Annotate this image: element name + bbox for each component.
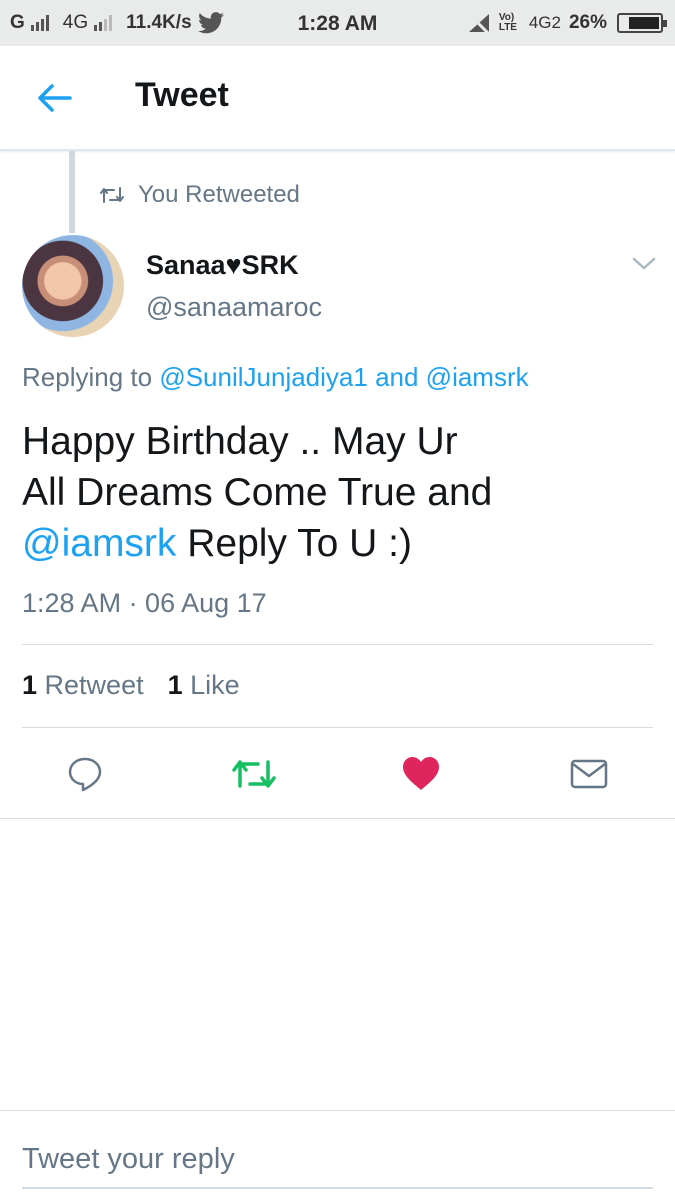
divider [0, 818, 675, 819]
retweet-count: 1 [22, 670, 38, 700]
retweet-icon [232, 760, 276, 788]
battery-icon [617, 13, 667, 33]
retweet-context-label: You Retweeted [138, 181, 300, 208]
network-type: 4G2 [528, 13, 561, 32]
like-button[interactable] [397, 750, 445, 798]
author-display-name[interactable]: Sanaa♥SRK [146, 250, 299, 281]
thread-connector-line [69, 151, 75, 233]
tweet-stats: 1 Retweet 1 Like [22, 670, 240, 701]
reply-input[interactable] [22, 1131, 653, 1189]
volte-label: Vo) LTE [498, 12, 517, 33]
tweet-text-line2: All Dreams Come True and [22, 471, 493, 514]
like-label: Like [182, 670, 240, 700]
mention-link-sunil[interactable]: @SunilJunjadiya1 [159, 362, 368, 392]
divider [22, 644, 653, 645]
header-bar: Tweet [0, 46, 675, 151]
arrow-left-icon [38, 84, 72, 112]
action-bar [0, 750, 675, 798]
retweet-label: Retweet [37, 670, 144, 700]
battery-percent: 26% [568, 12, 607, 33]
retweet-button[interactable] [230, 750, 278, 798]
likes-stat[interactable]: 1 Like [168, 670, 240, 701]
envelope-icon [570, 759, 608, 789]
tweet-text-line1: Happy Birthday .. May Ur [22, 420, 458, 463]
back-button[interactable] [32, 76, 76, 120]
no-signal-icon [468, 13, 489, 34]
direct-message-button[interactable] [565, 750, 613, 798]
retweet-context: You Retweeted [100, 181, 300, 209]
replying-and: and [367, 362, 426, 392]
author-handle[interactable]: @sanaamaroc [146, 292, 322, 323]
status-right: Vo) LTE 4G2 26% [467, 0, 667, 46]
avatar[interactable] [22, 235, 124, 337]
tweet-text-line3: @iamsrk Reply To U :) [22, 518, 642, 569]
replying-prefix: Replying to [22, 362, 160, 392]
retweet-icon [100, 187, 124, 203]
heart-icon [403, 757, 439, 790]
status-bar: G 4G 11.4K/s 1:28 AM Vo) LTE 4G2 26% [0, 0, 675, 46]
divider [22, 727, 653, 728]
chevron-down-icon [632, 257, 656, 270]
retweets-stat[interactable]: 1 Retweet [22, 670, 144, 701]
replying-to: Replying to @SunilJunjadiya1 and @iamsrk [22, 362, 529, 393]
mention-link-iamsrk[interactable]: @iamsrk [426, 362, 529, 392]
tweet-text-line3-rest: Reply To U :) [176, 522, 412, 565]
like-count: 1 [167, 670, 183, 700]
tweet-text: Happy Birthday .. May Ur All Dreams Come… [22, 416, 642, 569]
page-title: Tweet [135, 76, 229, 114]
tweet-mention-iamsrk[interactable]: @iamsrk [22, 522, 176, 565]
tweet-timestamp: 1:28 AM · 06 Aug 17 [22, 588, 267, 618]
more-options-button[interactable] [630, 252, 658, 274]
reply-icon [68, 757, 102, 792]
reply-button[interactable] [61, 750, 109, 798]
reply-composer [0, 1110, 675, 1200]
